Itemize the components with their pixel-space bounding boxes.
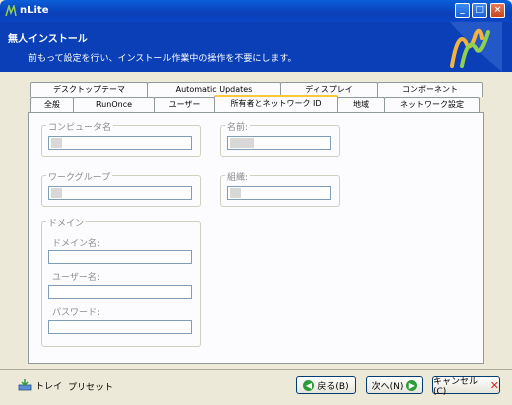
cancel-x-icon: ✕ bbox=[489, 378, 499, 392]
nlite-app-icon bbox=[5, 5, 17, 17]
page-title: 無人インストール bbox=[8, 34, 88, 45]
tray-label: トレイ bbox=[35, 381, 63, 392]
tab-users[interactable]: ユーザー bbox=[154, 97, 215, 112]
organization-label: 組織: bbox=[225, 170, 251, 183]
next-arrow-icon: ▶ bbox=[406, 379, 418, 391]
back-button[interactable]: ◀ 戻る(B) bbox=[296, 376, 356, 394]
window-title: nLite bbox=[20, 5, 49, 16]
domain-group-label: ドメイン bbox=[46, 216, 87, 229]
minimize-button[interactable]: _ bbox=[455, 3, 470, 18]
workgroup-label: ワークグループ bbox=[46, 170, 113, 183]
domain-group: ドメイン ドメイン名: ユーザー名: パスワード: bbox=[41, 216, 201, 347]
maximize-button[interactable]: □ bbox=[472, 3, 487, 18]
tab-regional[interactable]: 地域 bbox=[337, 97, 385, 112]
workgroup-input[interactable] bbox=[48, 186, 192, 200]
computer-name-label: コンピュータ名 bbox=[46, 120, 114, 133]
tab-desktop-theme[interactable]: デスクトップテーマ bbox=[30, 82, 148, 97]
domain-name-label: ドメイン名: bbox=[52, 239, 101, 249]
computer-name-group: コンピュータ名 bbox=[41, 120, 201, 157]
back-arrow-icon: ◀ bbox=[303, 379, 315, 391]
password-input[interactable] bbox=[48, 320, 192, 334]
organization-group: 組織: bbox=[220, 170, 340, 207]
name-label: 名前: bbox=[225, 120, 251, 133]
tab-components[interactable]: コンポーネント bbox=[377, 82, 483, 97]
close-button[interactable]: × bbox=[490, 3, 505, 18]
domain-name-input[interactable] bbox=[48, 250, 192, 264]
cancel-label: キャンセル(C) bbox=[433, 376, 479, 397]
header-banner: 無人インストール 前もって設定を行い、インストール作業中の操作を不要にします。 bbox=[0, 22, 512, 72]
next-button[interactable]: 次へ(N) ▶ bbox=[366, 376, 423, 394]
name-input[interactable] bbox=[227, 136, 331, 150]
tab-owner-network-id[interactable]: 所有者とネットワーク ID bbox=[214, 95, 338, 112]
nlite-logo-icon bbox=[432, 22, 502, 72]
username-input[interactable] bbox=[48, 285, 192, 299]
tray-icon bbox=[18, 379, 32, 391]
organization-input[interactable] bbox=[227, 186, 331, 200]
tray-button[interactable]: トレイ bbox=[18, 377, 62, 393]
tab-runonce[interactable]: RunOnce bbox=[73, 97, 155, 112]
password-label: パスワード: bbox=[52, 308, 101, 318]
computer-name-input[interactable] bbox=[48, 136, 192, 150]
cancel-button[interactable]: キャンセル(C) ✕ bbox=[432, 376, 500, 397]
tab-general[interactable]: 全般 bbox=[30, 97, 74, 112]
owner-network-panel: コンピュータ名 名前: ワークグループ 組織: ドメイン ドメイン名: ユーザー… bbox=[28, 112, 484, 364]
tab-network-settings[interactable]: ネットワーク設定 bbox=[384, 97, 480, 112]
back-label: 戻る(B) bbox=[317, 381, 349, 392]
username-label: ユーザー名: bbox=[52, 273, 100, 283]
tab-row-2: 全般 RunOnce ユーザー 所有者とネットワーク ID 地域 ネットワーク設… bbox=[0, 95, 512, 112]
workgroup-group: ワークグループ bbox=[41, 170, 201, 207]
title-bar: nLite _ □ × bbox=[0, 0, 512, 22]
next-label: 次へ(N) bbox=[371, 381, 404, 392]
name-group: 名前: bbox=[220, 120, 340, 157]
footer-divider bbox=[0, 369, 512, 370]
page-subtitle: 前もって設定を行い、インストール作業中の操作を不要にします。 bbox=[28, 54, 297, 64]
preset-link[interactable]: プリセット bbox=[68, 380, 113, 393]
